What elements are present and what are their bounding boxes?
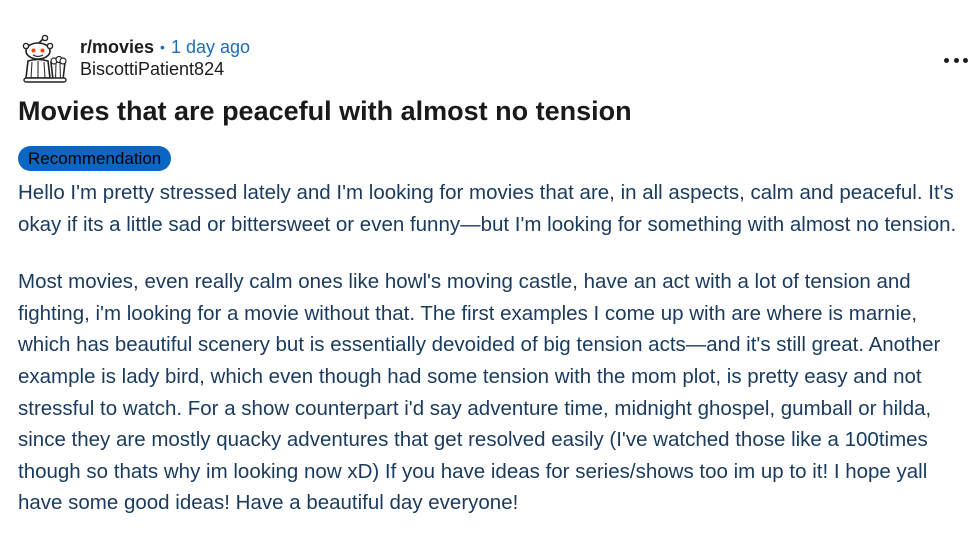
post-body: Hello I'm pretty stressed lately and I'm… bbox=[18, 177, 968, 545]
reddit-snoo-avatar-icon[interactable] bbox=[18, 34, 70, 86]
meta-separator: • bbox=[160, 39, 165, 55]
subreddit-link[interactable]: r/movies bbox=[80, 36, 154, 58]
post-paragraph: Most movies, even really calm ones like … bbox=[18, 270, 941, 515]
post-meta-line: r/movies • 1 day ago bbox=[80, 36, 250, 58]
more-dot bbox=[963, 57, 968, 63]
post-title[interactable]: Movies that are peaceful with almost no … bbox=[18, 94, 632, 128]
post-flair[interactable]: Recommendation bbox=[18, 146, 172, 171]
more-dot bbox=[953, 57, 959, 63]
more-dot bbox=[944, 57, 949, 63]
post-paragraph: Hello I'm pretty stressed lately and I'm… bbox=[18, 181, 957, 236]
post-header: r/movies • 1 day ago BiscottiPatient824 bbox=[18, 34, 250, 86]
post-meta: r/movies • 1 day ago BiscottiPatient824 bbox=[80, 34, 250, 80]
more-options-icon[interactable] bbox=[944, 50, 968, 70]
author-link[interactable]: BiscottiPatient824 bbox=[80, 58, 250, 80]
post-timestamp: 1 day ago bbox=[170, 37, 251, 57]
